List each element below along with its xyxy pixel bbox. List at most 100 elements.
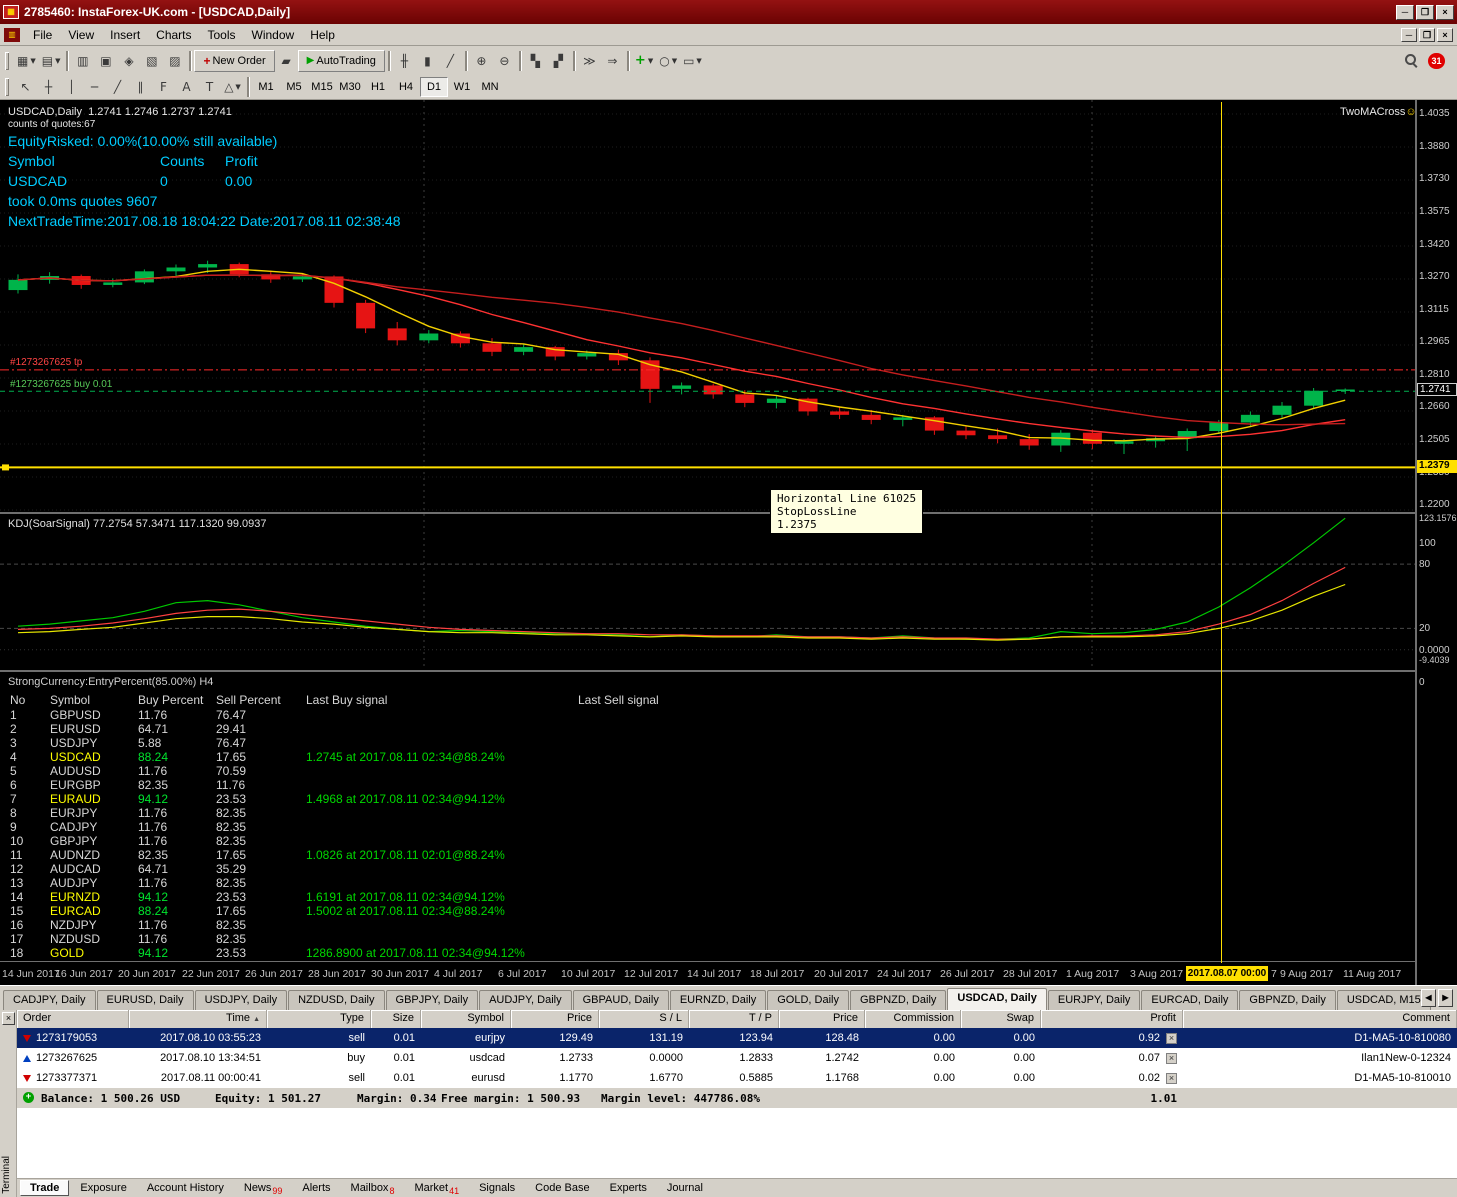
profiles-button[interactable]: ▤ ▼ [39, 50, 64, 72]
terminal-tab-journal[interactable]: Journal [658, 1181, 712, 1195]
timeframe-m30-button[interactable]: M30 [336, 77, 364, 97]
timeframe-m15-button[interactable]: M15 [308, 77, 336, 97]
fibonacci-tool-button[interactable]: F [152, 76, 175, 98]
terminal-tab-alerts[interactable]: Alerts [293, 1181, 339, 1195]
terminal-tab-signals[interactable]: Signals [470, 1181, 524, 1195]
text-tool-button[interactable]: A [175, 76, 198, 98]
chart-tab-audjpy-daily[interactable]: AUDJPY, Daily [479, 990, 572, 1010]
price-scale[interactable]: 1.2741 1.2379 1.4035 1.3880 1.3730 1.3575 1.… [1417, 100, 1457, 985]
tab-scroll-right-button[interactable]: ▶ [1438, 989, 1453, 1007]
navigator-button[interactable]: ◈ [117, 50, 140, 72]
stop-line-handle[interactable] [2, 464, 9, 471]
close-order-button[interactable]: × [1166, 1032, 1177, 1044]
column-header-price[interactable]: Price [779, 1010, 865, 1028]
text-label-tool-button[interactable]: T [198, 76, 221, 98]
minimize-button[interactable]: ─ [1396, 4, 1414, 20]
column-header-s-l[interactable]: S / L [599, 1010, 689, 1028]
terminal-tab-mailbox[interactable]: Mailbox8 [342, 1181, 404, 1196]
column-header-profit[interactable]: Profit [1041, 1010, 1183, 1028]
chart-tab-eurusd-daily[interactable]: EURUSD, Daily [96, 990, 194, 1010]
chart-tab-gbpjpy-daily[interactable]: GBPJPY, Daily [385, 990, 479, 1010]
menu-charts[interactable]: Charts [148, 25, 199, 45]
trendline-tool-button[interactable]: ╱ [106, 76, 129, 98]
terminal-tab-news[interactable]: News99 [235, 1181, 292, 1196]
new-order-button[interactable]: + New Order [194, 49, 275, 72]
tab-scroll-left-button[interactable]: ◀ [1421, 989, 1436, 1007]
notifications-badge[interactable]: 31 [1428, 52, 1445, 69]
terminal-tab-trade[interactable]: Trade [20, 1180, 70, 1196]
restore-button[interactable]: ❐ [1416, 4, 1434, 20]
terminal-tab-market[interactable]: Market41 [405, 1181, 468, 1196]
child-restore-button[interactable]: ❐ [1419, 27, 1435, 42]
menu-file[interactable]: File [25, 25, 60, 45]
child-minimize-button[interactable]: ─ [1401, 27, 1417, 42]
chart-tab-eurnzd-daily[interactable]: EURNZD, Daily [669, 990, 767, 1010]
metaeditor-button[interactable]: ▰ [275, 50, 298, 72]
time-axis[interactable]: 2017.08.07 00:00 7 14 Jun 2017 16 Jun 201… [0, 963, 1457, 985]
column-header-comment[interactable]: Comment [1183, 1010, 1457, 1028]
chart-tab-usdcad-daily[interactable]: USDCAD, Daily [947, 988, 1047, 1010]
periods-button[interactable]: ○ ▼ [656, 50, 680, 72]
zoom-in-button[interactable]: ⊕ [470, 50, 493, 72]
auto-scroll-button[interactable]: ≫ [578, 50, 601, 72]
chart-tab-usdcad-m15[interactable]: USDCAD, M15 [1336, 990, 1431, 1010]
menu-help[interactable]: Help [302, 25, 343, 45]
vertical-marker-line[interactable] [1221, 102, 1222, 963]
menu-tools[interactable]: Tools [200, 25, 244, 45]
timeframe-m1-button[interactable]: M1 [252, 77, 280, 97]
timeframe-h4-button[interactable]: H4 [392, 77, 420, 97]
chart-tab-cadjpy-daily[interactable]: CADJPY, Daily [3, 990, 96, 1010]
indicators-button[interactable]: + ▼ [632, 50, 656, 72]
column-header-size[interactable]: Size [371, 1010, 421, 1028]
channel-tool-button[interactable]: ∥ [129, 76, 152, 98]
column-header-time[interactable]: Time ▲ [129, 1010, 267, 1028]
candlestick-chart-button[interactable]: ▮ [416, 50, 439, 72]
toolbar-grip[interactable] [5, 78, 9, 96]
panel-divider[interactable] [0, 670, 1415, 672]
chart-tab-eurjpy-daily[interactable]: EURJPY, Daily [1047, 990, 1141, 1010]
column-header-price[interactable]: Price [511, 1010, 599, 1028]
chart-area[interactable]: USDCAD,Daily 1.2741 1.2746 1.2737 1.2741… [0, 100, 1457, 985]
line-chart-button[interactable]: ╱ [439, 50, 462, 72]
chart-tab-gbpaud-daily[interactable]: GBPAUD, Daily [572, 990, 669, 1010]
order-row[interactable]: 1273267625 2017.08.10 13:34:51 buy 0.01 usdc… [17, 1048, 1457, 1068]
terminal-tab-account-history[interactable]: Account History [138, 1181, 233, 1195]
crosshair-tool-button[interactable]: ┼ [37, 76, 60, 98]
terminal-button[interactable]: ▧ [140, 50, 163, 72]
chart-tab-gold-daily[interactable]: GOLD, Daily [767, 990, 849, 1010]
menu-window[interactable]: Window [244, 25, 303, 45]
vertical-line-tool-button[interactable]: │ [60, 76, 83, 98]
close-button[interactable]: × [1436, 4, 1454, 20]
terminal-tab-code-base[interactable]: Code Base [526, 1181, 598, 1195]
column-header-swap[interactable]: Swap [961, 1010, 1041, 1028]
strategy-tester-button[interactable]: ▨ [163, 50, 186, 72]
timeframe-d1-button[interactable]: D1 [420, 77, 448, 97]
chart-shift-button[interactable]: ⇒ [601, 50, 624, 72]
panel-divider[interactable] [0, 512, 1415, 514]
horizontal-line-tool-button[interactable]: ─ [83, 76, 106, 98]
order-row[interactable]: 1273179053 2017.08.10 03:55:23 sell 0.01 eur… [17, 1028, 1457, 1048]
column-header-commission[interactable]: Commission [865, 1010, 961, 1028]
chart-tab-gbpnzd-daily[interactable]: GBPNZD, Daily [849, 990, 947, 1010]
cursor-tool-button[interactable]: ↖ [14, 76, 37, 98]
new-chart-button[interactable]: ▦ ▼ [14, 50, 39, 72]
chart-tab-nzdusd-daily[interactable]: NZDUSD, Daily [288, 990, 385, 1010]
search-icon[interactable] [1405, 54, 1418, 67]
timeframe-mn-button[interactable]: MN [476, 77, 504, 97]
tile-windows-button[interactable]: ▚ [524, 50, 547, 72]
child-close-button[interactable]: × [1437, 27, 1453, 42]
close-order-button[interactable]: × [1166, 1052, 1177, 1064]
zoom-out-button[interactable]: ⊖ [493, 50, 516, 72]
market-watch-button[interactable]: ▥ [71, 50, 94, 72]
cascade-windows-button[interactable]: ▞ [547, 50, 570, 72]
close-order-button[interactable]: × [1166, 1072, 1177, 1084]
chart-tab-gbpnzd-daily[interactable]: GBPNZD, Daily [1239, 990, 1336, 1010]
templates-button[interactable]: ▭ ▼ [680, 50, 705, 72]
menu-insert[interactable]: Insert [102, 25, 148, 45]
column-header-symbol[interactable]: Symbol [421, 1010, 511, 1028]
data-window-button[interactable]: ▣ [94, 50, 117, 72]
menu-view[interactable]: View [60, 25, 102, 45]
toolbar-grip[interactable] [5, 51, 9, 70]
terminal-tab-experts[interactable]: Experts [601, 1181, 656, 1195]
terminal-tab-exposure[interactable]: Exposure [71, 1181, 135, 1195]
